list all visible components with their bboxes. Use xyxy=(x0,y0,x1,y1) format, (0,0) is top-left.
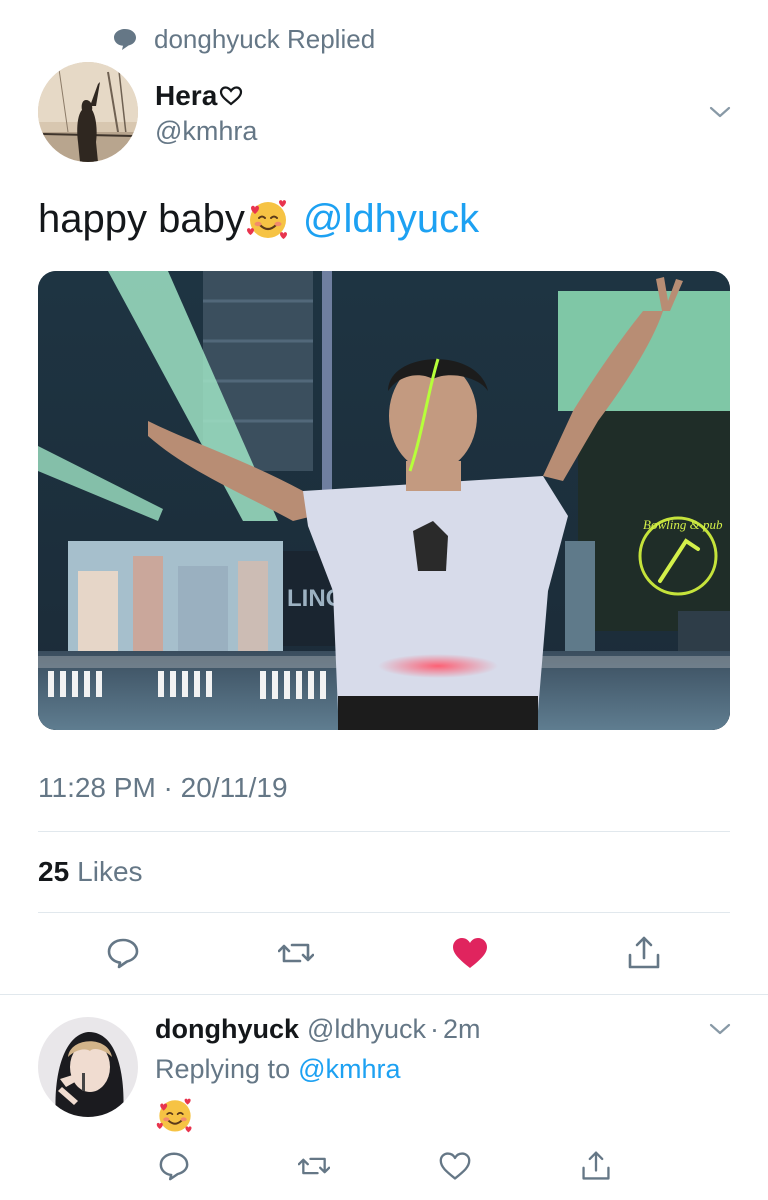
media-bowling-sign-text: Bowling & pub xyxy=(643,517,723,532)
reply-author-avatar[interactable] xyxy=(38,1017,138,1117)
heart-outline-icon[interactable] xyxy=(439,1150,471,1182)
tweet-body: happy baby xyxy=(38,196,245,241)
share-icon xyxy=(628,936,660,969)
reply-text xyxy=(155,1095,195,1140)
reply-time: 2m xyxy=(442,1014,481,1044)
heart-filled-icon xyxy=(453,938,487,968)
tweet-media-image[interactable]: LING Bowling & pub xyxy=(38,271,730,730)
likes-count[interactable]: 25 Likes xyxy=(38,856,143,888)
chevron-down-icon[interactable] xyxy=(707,99,733,125)
reply-icon[interactable] xyxy=(158,1150,190,1182)
reply-context-bar[interactable]: donghyuck Replied xyxy=(112,24,375,54)
separator-dot: · xyxy=(429,1014,439,1044)
reply-context-text: donghyuck Replied xyxy=(154,23,376,54)
divider xyxy=(38,912,730,913)
author-name-text: Hera xyxy=(155,80,218,111)
likes-label: Likes xyxy=(77,856,143,887)
heart-outline-icon xyxy=(220,86,243,106)
likes-count-number: 25 xyxy=(38,856,70,887)
like-button[interactable] xyxy=(452,935,488,971)
author-name[interactable]: Hera xyxy=(155,80,243,112)
tweet-timestamp[interactable]: 11:28 PM · 20/11/19 xyxy=(38,772,288,804)
section-divider xyxy=(0,994,768,995)
replying-to-line: Replying to @kmhra xyxy=(155,1054,401,1085)
reply-avatar-image xyxy=(38,1017,138,1117)
retweet-icon xyxy=(278,943,314,963)
bowling-pins xyxy=(48,671,326,699)
share-button[interactable] xyxy=(626,935,662,971)
smiling-face-with-hearts-icon xyxy=(156,1098,192,1133)
replying-to-label: Replying to xyxy=(155,1054,291,1084)
replying-to-mention-link[interactable]: @kmhra xyxy=(298,1054,400,1084)
divider xyxy=(38,831,730,832)
author-avatar-image xyxy=(38,62,138,162)
reply-button[interactable] xyxy=(105,935,141,971)
author-avatar[interactable] xyxy=(38,62,138,162)
author-handle[interactable]: @kmhra xyxy=(155,116,257,147)
smiling-face-with-hearts-icon xyxy=(246,200,287,239)
tweet-text: happy baby @ldhyuck xyxy=(38,196,479,242)
tweet-mention-link[interactable]: @ldhyuck xyxy=(303,197,479,242)
retweet-button[interactable] xyxy=(278,935,314,971)
share-icon[interactable] xyxy=(580,1150,612,1182)
chevron-down-icon[interactable] xyxy=(707,1016,733,1042)
bowling-photo: LING Bowling & pub xyxy=(38,271,730,730)
reply-author-line[interactable]: donghyuck @ldhyuck · 2m xyxy=(155,1014,481,1045)
reply-author-name: donghyuck xyxy=(155,1014,300,1044)
retweet-icon[interactable] xyxy=(298,1150,330,1182)
reply-author-handle: @ldhyuck xyxy=(307,1014,426,1044)
reply-icon xyxy=(107,938,139,969)
speech-bubble-icon xyxy=(114,29,136,50)
